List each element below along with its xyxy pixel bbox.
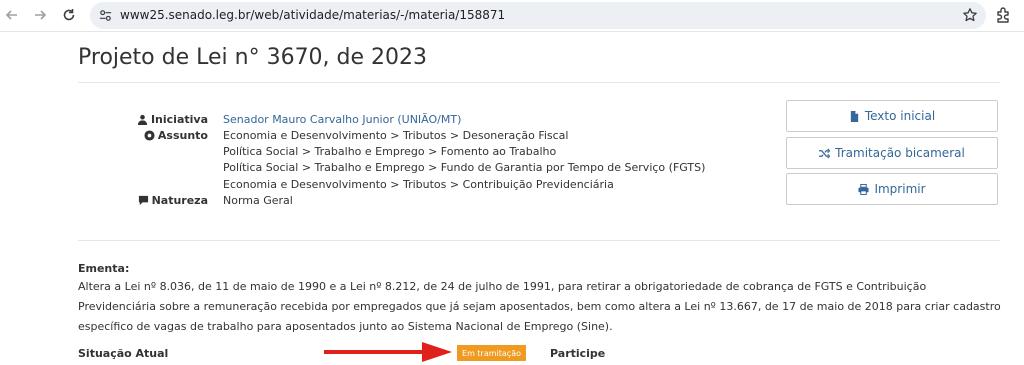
circle-dot-icon xyxy=(144,130,155,141)
assunto-item: Política Social > Trabalho e Emprego > F… xyxy=(223,161,706,174)
address-bar[interactable]: www25.senado.leg.br/web/atividade/materi… xyxy=(90,2,986,29)
assunto-label: Assunto xyxy=(120,129,208,142)
status-badge: Em tramitação xyxy=(457,345,526,361)
divider xyxy=(78,240,1000,241)
assunto-item: Economia e Desenvolvimento > Tributos > … xyxy=(223,178,614,191)
natureza-value: Norma Geral xyxy=(223,194,293,207)
shuffle-icon xyxy=(819,147,831,159)
iniciativa-label: Iniciativa xyxy=(120,113,208,126)
participe-heading: Participe xyxy=(550,347,606,360)
url-text[interactable]: www25.senado.leg.br/web/atividade/materi… xyxy=(120,8,505,22)
bookmark-star-icon[interactable] xyxy=(962,7,978,23)
site-settings-icon[interactable] xyxy=(98,8,113,23)
assunto-item: Economia e Desenvolvimento > Tributos > … xyxy=(223,129,569,142)
divider xyxy=(78,82,1000,83)
assunto-item: Política Social > Trabalho e Emprego > F… xyxy=(223,145,557,158)
file-icon xyxy=(850,110,858,122)
situacao-atual-label: Situação Atual xyxy=(78,347,169,360)
reload-icon[interactable] xyxy=(58,4,80,26)
comment-icon xyxy=(138,195,148,206)
ementa-text-line: Altera a Lei nº 8.036, de 11 de maio de … xyxy=(78,280,927,293)
print-icon xyxy=(858,183,869,195)
ementa-text-line: Previdenciária sobre a remuneração receb… xyxy=(78,300,1001,313)
extensions-icon[interactable] xyxy=(994,5,1014,25)
red-arrow-annotation xyxy=(324,342,452,362)
forward-arrow-icon[interactable] xyxy=(29,4,51,26)
page-title: Projeto de Lei n° 3670, de 2023 xyxy=(78,45,428,70)
back-arrow-icon[interactable] xyxy=(1,4,23,26)
texto-inicial-button[interactable]: Texto inicial xyxy=(786,100,998,132)
browser-toolbar: www25.senado.leg.br/web/atividade/materi… xyxy=(0,0,1024,32)
ementa-label: Ementa: xyxy=(78,262,130,275)
imprimir-button[interactable]: Imprimir xyxy=(786,173,998,205)
natureza-label: Natureza xyxy=(120,194,208,207)
tramitacao-bicameral-button[interactable]: Tramitação bicameral xyxy=(786,137,998,169)
user-icon xyxy=(137,114,148,125)
iniciativa-link[interactable]: Senador Mauro Carvalho Junior (UNIÃO/MT) xyxy=(223,113,461,126)
ementa-text-line: específico de vagas de trabalho para apo… xyxy=(78,320,613,333)
